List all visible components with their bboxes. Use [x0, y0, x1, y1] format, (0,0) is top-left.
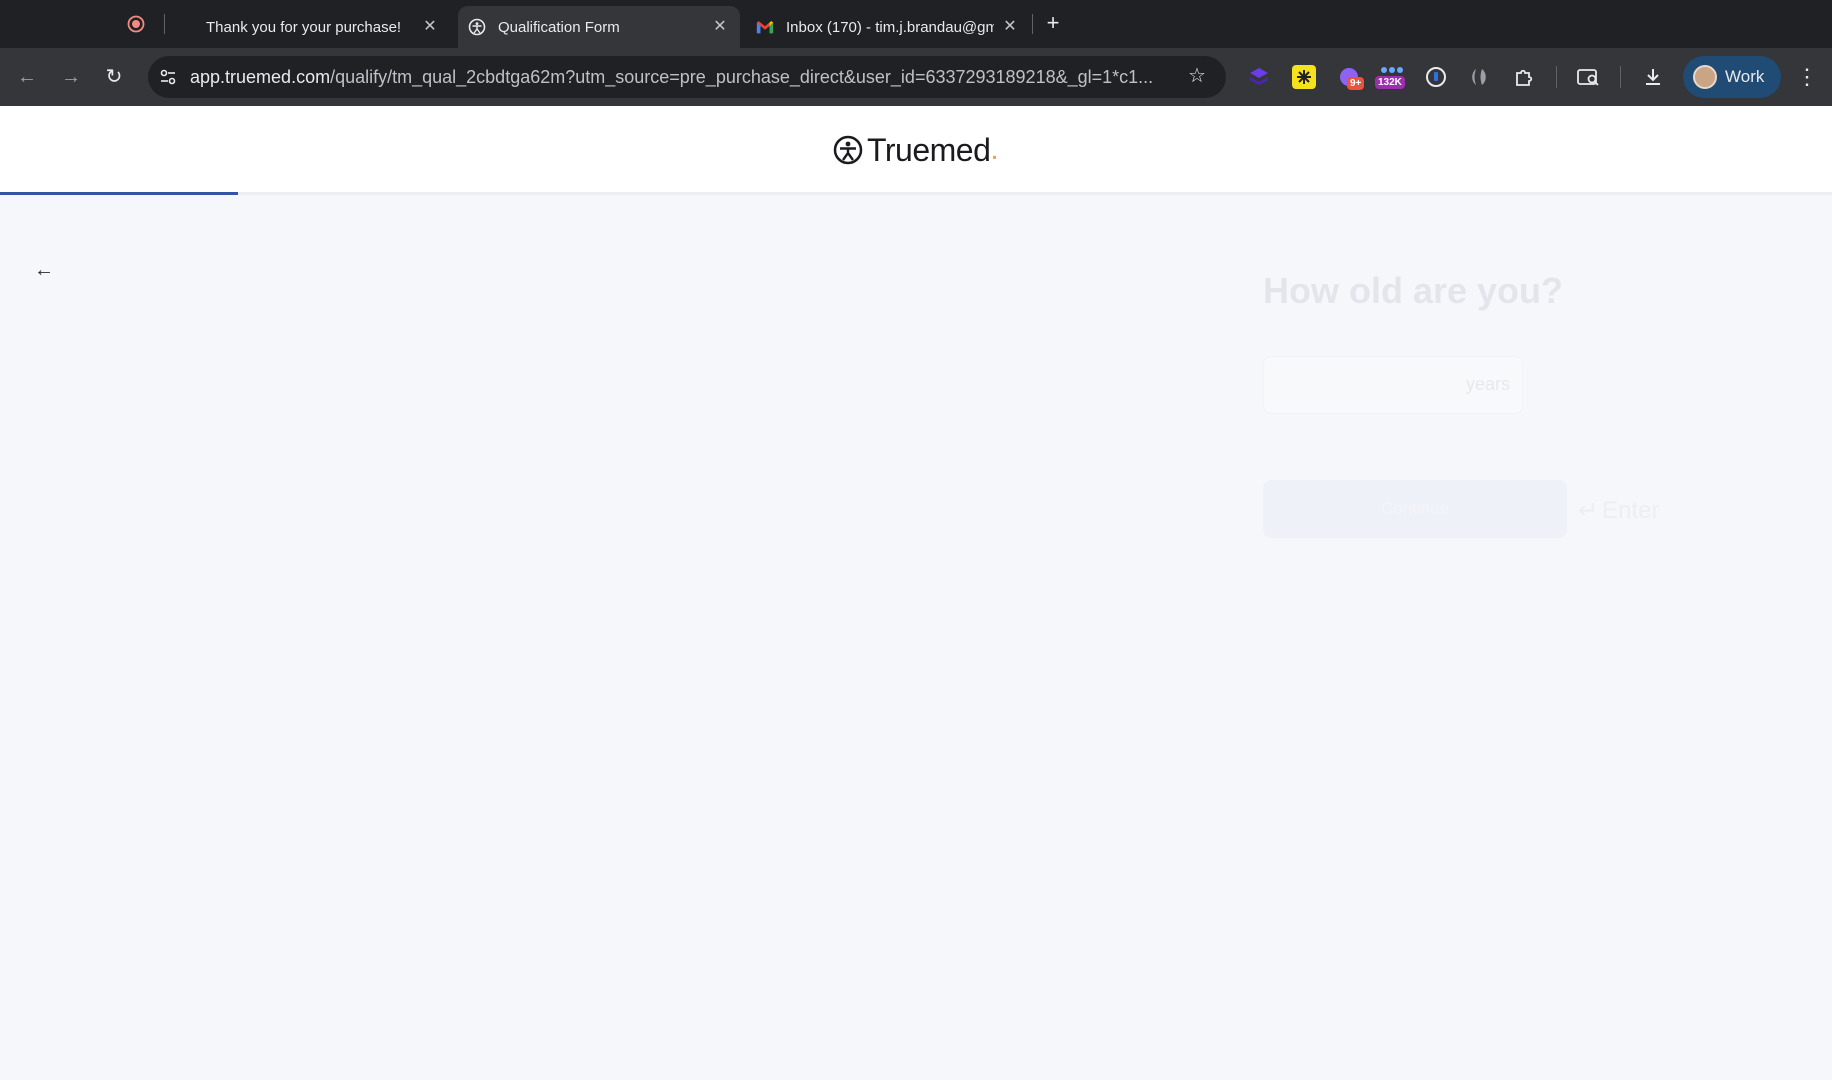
logo-dot: .: [990, 133, 999, 166]
address-bar[interactable]: app.truemed.com/qualify/tm_qual_2cbdtga6…: [148, 56, 1226, 98]
extension-layers[interactable]: [1247, 65, 1271, 89]
pinned-tab-recording[interactable]: [118, 12, 154, 36]
arrow-right-icon: →: [61, 66, 81, 88]
extension-shape[interactable]: [1468, 65, 1492, 89]
new-tab-button[interactable]: +: [1041, 12, 1065, 36]
download-icon: [1646, 69, 1660, 85]
page-header: Truemed.: [0, 106, 1832, 194]
toolbar-separator: [1556, 66, 1557, 88]
back-navigation-button[interactable]: ←: [14, 64, 40, 90]
truemed-logo[interactable]: Truemed.: [833, 132, 999, 168]
browser-tab-strip: Thank you for your purchase! ✕ Qualifica…: [0, 0, 1832, 48]
arrow-left-icon: ←: [17, 66, 37, 88]
url-path: /qualify/tm_qual_2cbdtga62m?utm_source=p…: [330, 67, 1154, 87]
age-input[interactable]: [1264, 357, 1454, 413]
enter-hint-label: Enter: [1602, 496, 1660, 524]
url-host: app.truemed.com: [190, 67, 331, 87]
gmail-icon: [756, 18, 774, 36]
profile-label: Work: [1725, 67, 1765, 86]
layers-icon: [1250, 68, 1268, 85]
tab-title: Thank you for your purchase!: [206, 18, 400, 36]
shape-icon: [1472, 69, 1486, 85]
reload-icon: ↻: [105, 66, 123, 88]
extension-badge: 9+: [1347, 77, 1365, 90]
truemed-logo-icon: [833, 135, 863, 165]
plus-icon: +: [1046, 10, 1060, 35]
asterisk-icon: [1297, 70, 1311, 84]
tab-title: Inbox (170) - tim.j.brandau@gmail.com: [786, 18, 994, 36]
tab-thank-you[interactable]: Thank you for your purchase! ✕: [190, 6, 450, 48]
tab-search-icon: [1577, 69, 1599, 86]
progress-bar-fill: [0, 192, 239, 195]
browser-toolbar: ← → ↻ app.truemed.com/qualify/tm_qual_2c…: [0, 48, 1832, 106]
puzzle-icon: [1516, 69, 1533, 86]
tab-qualification-form[interactable]: Qualification Form ✕: [458, 6, 740, 48]
toolbar-separator: [1620, 66, 1621, 88]
question-heading: How old are you?: [1263, 270, 1564, 311]
age-field[interactable]: years: [1263, 356, 1523, 414]
continue-button[interactable]: Continue: [1263, 480, 1567, 538]
extension-asterisk[interactable]: [1292, 65, 1316, 89]
forward-navigation-button[interactable]: →: [58, 64, 84, 90]
extension-alarm[interactable]: 9+: [1337, 65, 1365, 90]
url-text[interactable]: app.truemed.com/qualify/tm_qual_2cbdtga6…: [190, 67, 1180, 88]
extension-password[interactable]: [1424, 65, 1448, 89]
tab-search-button[interactable]: [1576, 65, 1602, 89]
site-settings-icon[interactable]: [158, 67, 178, 87]
tab-title: Qualification Form: [498, 18, 620, 36]
tab-separator: [1032, 14, 1033, 34]
more-vertical-icon: ⋮: [1796, 64, 1818, 89]
profile-button[interactable]: Work: [1683, 56, 1781, 98]
enter-key-icon: ↵: [1578, 497, 1599, 524]
extension-puzzle[interactable]: [1512, 65, 1536, 89]
arrow-left-icon: ←: [34, 259, 54, 281]
password-icon: [1426, 67, 1446, 87]
downloads-button[interactable]: [1641, 65, 1665, 89]
enter-hint: ↵ Enter: [1578, 496, 1659, 525]
tab-separator: [164, 14, 165, 34]
tab-gmail-inbox[interactable]: Inbox (170) - tim.j.brandau@gmail.com ✕: [748, 6, 1030, 48]
extension-badge: 132K: [1375, 76, 1405, 89]
extension-crowd[interactable]: 132K: [1375, 65, 1407, 89]
close-icon[interactable]: ✕: [420, 17, 440, 37]
back-button[interactable]: ←: [24, 250, 64, 290]
age-unit-label: years: [1465, 374, 1510, 394]
avatar: [1693, 65, 1717, 89]
reload-button[interactable]: ↻: [101, 64, 127, 90]
truemed-favicon-icon: [468, 18, 486, 36]
browser-menu-button[interactable]: ⋮: [1796, 63, 1818, 91]
bookmark-star-icon[interactable]: ☆: [1188, 65, 1210, 87]
close-icon[interactable]: ✕: [710, 17, 730, 37]
close-icon[interactable]: ✕: [1000, 17, 1020, 37]
progress-bar: [0, 192, 1832, 195]
logo-wordmark: Truemed: [867, 131, 991, 168]
record-icon: [127, 15, 145, 33]
